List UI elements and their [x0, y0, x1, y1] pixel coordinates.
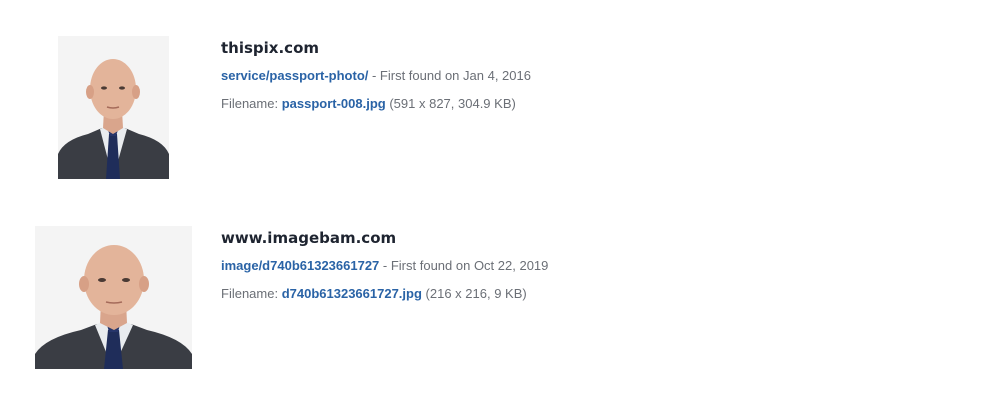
- search-results: thispix.com service/passport-photo/ - Fi…: [0, 0, 1000, 403]
- result-source-line: service/passport-photo/ - First found on…: [221, 68, 531, 84]
- result-thumbnail[interactable]: [58, 36, 169, 179]
- filename-link[interactable]: d740b61323661727.jpg: [282, 286, 422, 301]
- result-path-link[interactable]: service/passport-photo/: [221, 68, 368, 83]
- file-details: (591 x 827, 304.9 KB): [385, 96, 516, 111]
- first-found-text: - First found on Oct 22, 2019: [379, 258, 549, 273]
- filename-label: Filename:: [221, 286, 282, 301]
- result-path-link[interactable]: image/d740b61323661727: [221, 258, 379, 273]
- result-domain: thispix.com: [221, 39, 319, 57]
- result-item: thispix.com service/passport-photo/ - Fi…: [0, 36, 1000, 180]
- result-source-line: image/d740b61323661727 - First found on …: [221, 258, 548, 274]
- result-item: www.imagebam.com image/d740b61323661727 …: [0, 226, 1000, 370]
- filename-label: Filename:: [221, 96, 282, 111]
- result-info: www.imagebam.com image/d740b61323661727 …: [221, 228, 548, 302]
- result-domain: www.imagebam.com: [221, 229, 397, 247]
- result-filename-line: Filename: d740b61323661727.jpg (216 x 21…: [221, 286, 548, 302]
- result-info: thispix.com service/passport-photo/ - Fi…: [221, 38, 531, 112]
- result-filename-line: Filename: passport-008.jpg (591 x 827, 3…: [221, 96, 531, 112]
- first-found-text: - First found on Jan 4, 2016: [368, 68, 531, 83]
- man-portrait-icon: [58, 36, 169, 179]
- man-portrait-icon: [35, 226, 192, 369]
- result-thumbnail[interactable]: [35, 226, 192, 369]
- filename-link[interactable]: passport-008.jpg: [282, 96, 386, 111]
- file-details: (216 x 216, 9 KB): [421, 286, 527, 301]
